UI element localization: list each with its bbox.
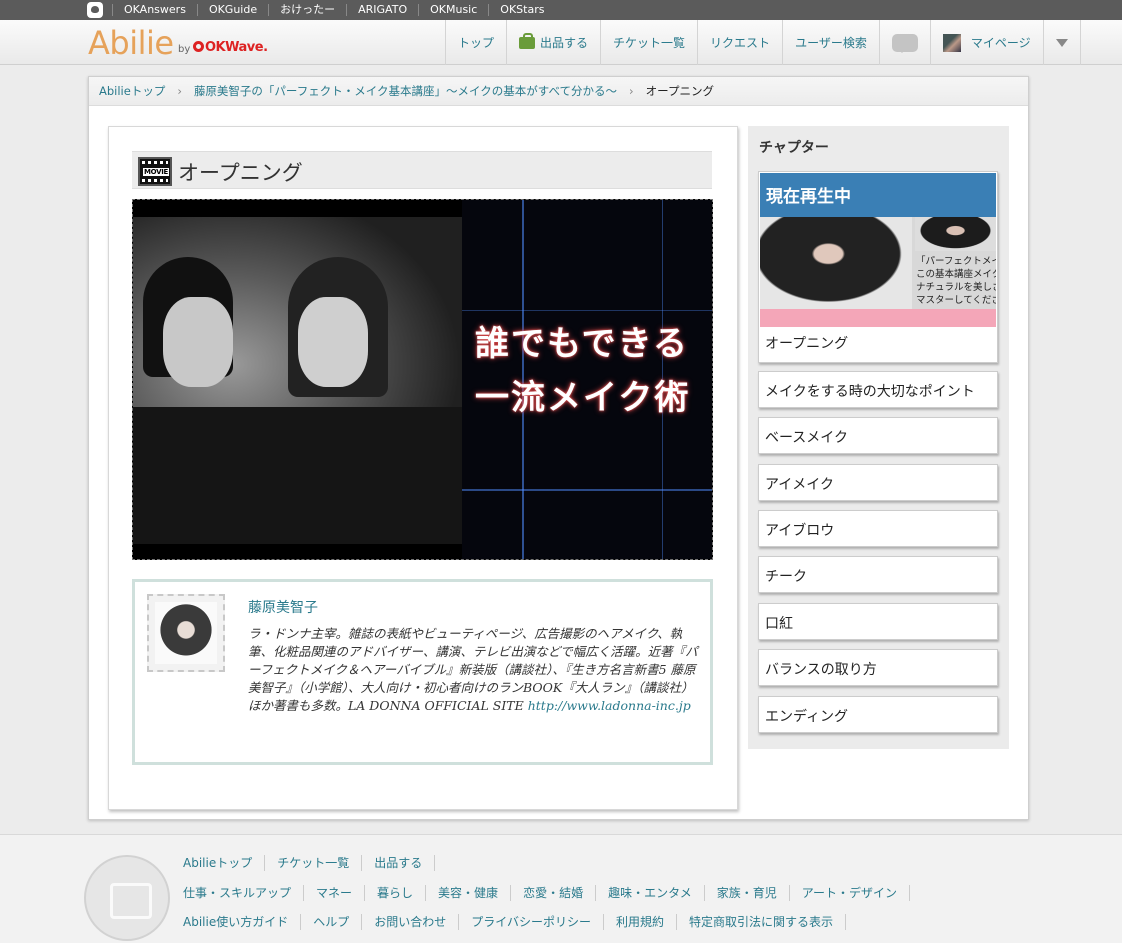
footer-link[interactable]: チケット一覧 (265, 855, 363, 871)
nav-dropdown[interactable] (1042, 20, 1081, 65)
nav-tickets[interactable]: チケット一覧 (600, 20, 697, 65)
footer-link[interactable]: 特定商取引法に関する表示 (677, 914, 847, 930)
footer-link[interactable]: Abilie使い方ガイド (183, 914, 302, 930)
nav-top-label: トップ (458, 36, 495, 50)
okwave-brand-text: OKWave. (205, 40, 268, 55)
breadcrumb-separator-icon: › (629, 84, 634, 98)
nav-request[interactable]: リクエスト (697, 20, 782, 65)
nav-mypage[interactable]: マイページ (929, 20, 1043, 65)
okwave-logo-icon[interactable] (87, 2, 103, 18)
video-player[interactable]: 誰でもできる 一流メイク術 (132, 199, 713, 560)
nav-sell-label: 出品する (540, 36, 589, 50)
global-links: OKAnswers OKGuide おけったー ARIGATO OKMusic … (112, 0, 555, 20)
bag-icon (519, 32, 536, 49)
footer-link[interactable]: 出品する (362, 855, 436, 871)
topbar-link-okmusic[interactable]: OKMusic (418, 4, 488, 16)
nav-user-search[interactable]: ユーザー検索 (782, 20, 879, 65)
chapter-item-points[interactable]: メイクをする時の大切なポイント (758, 371, 998, 408)
breadcrumb-separator-icon: › (177, 84, 182, 98)
video-content-box: MOVIE オープニング 誰でもできる 一流メイク術 藤原美智子 ラ・ドンナ主宰… (108, 126, 738, 810)
footer-link[interactable]: 利用規約 (604, 914, 678, 930)
chapter-heading: チャプター (759, 140, 829, 156)
breadcrumb: Abilieトップ › 藤原美智子の「パーフェクト・メイク基本講座」～メイクの基… (89, 77, 1028, 106)
footer-link[interactable]: 仕事・スキルアップ (183, 885, 305, 901)
thumbnail-caption-text: 「パーフェクトメイ この基本講座メイク ナチュラルを美しさ マスターしてくださ (916, 256, 996, 306)
footer-link[interactable]: 恋愛・結婚 (511, 885, 597, 901)
video-frame-photo (133, 217, 462, 544)
site-header: Abilie by OKWave. トップ 出品する チケット一覧 リクエスト … (0, 20, 1122, 65)
instructor-name-link[interactable]: 藤原美智子 (248, 597, 318, 617)
footer-link[interactable]: ヘルプ (301, 914, 363, 930)
breadcrumb-current: オープニング (645, 84, 714, 98)
chapter-item-balance[interactable]: バランスの取り方 (758, 649, 998, 686)
breadcrumb-home[interactable]: Abilieトップ (99, 83, 165, 99)
chapter-item-base-makeup[interactable]: ベースメイク (758, 417, 998, 454)
abilie-logo[interactable]: Abilie (88, 24, 174, 62)
nav-mypage-label: マイページ (970, 36, 1031, 50)
chat-bubble-icon (891, 33, 918, 53)
movie-badge-text: MOVIE (143, 168, 170, 176)
instructor-profile: 藤原美智子 ラ・ドンナ主宰。雑誌の表紙やビューティページ、広告撮影のヘアメイク、… (132, 579, 713, 765)
okwave-ring-icon (193, 41, 204, 52)
chapter-item-cheek[interactable]: チーク (758, 556, 998, 593)
main-panel: Abilieトップ › 藤原美智子の「パーフェクト・メイク基本講座」～メイクの基… (88, 76, 1029, 820)
breadcrumb-course[interactable]: 藤原美智子の「パーフェクト・メイク基本講座」～メイクの基本がすべて分かる～ (194, 83, 617, 99)
nav-tickets-label: チケット一覧 (613, 36, 686, 50)
global-topbar: OKAnswers OKGuide おけったー ARIGATO OKMusic … (0, 0, 1122, 20)
now-playing-label: 現在再生中 (766, 187, 851, 207)
footer-row-main: Abilieトップ チケット一覧 出品する (183, 855, 436, 871)
video-title-bar: MOVIE オープニング (132, 151, 712, 189)
nav-sell[interactable]: 出品する (506, 20, 600, 65)
triangle-down-icon (1055, 38, 1068, 47)
video-overlay-line2: 一流メイク術 (475, 378, 691, 418)
nav-messages[interactable] (878, 20, 930, 65)
footer-link[interactable]: 趣味・エンタメ (596, 885, 705, 901)
topbar-link-oketter[interactable]: おけったー (268, 4, 346, 16)
footer-link[interactable]: 家族・育児 (705, 885, 790, 901)
user-avatar (942, 33, 961, 52)
footer-link[interactable]: アート・デザイン (790, 885, 911, 901)
footer-row-categories: 仕事・スキルアップ マネー 暮らし 美容・健康 恋愛・結婚 趣味・エンタメ 家族… (183, 885, 911, 901)
instructor-bio: ラ・ドンナ主宰。雑誌の表紙やビューティページ、広告撮影のヘアメイク、執筆、化粧品… (248, 625, 700, 715)
movie-icon: MOVIE (138, 157, 172, 186)
instructor-site-link[interactable]: http://www.ladonna-inc.jp (528, 698, 691, 713)
chapter-item-lipstick[interactable]: 口紅 (758, 603, 998, 640)
nav-request-label: リクエスト (710, 36, 771, 50)
brand-by-text: by (178, 44, 191, 55)
topbar-link-okstars[interactable]: OKStars (488, 4, 555, 16)
footer-link[interactable]: Abilieトップ (183, 855, 266, 871)
footer-link[interactable]: プライバシーポリシー (459, 914, 605, 930)
instructor-avatar (147, 594, 225, 672)
now-playing-thumbnail: 現在再生中 「パーフェクトメイ この基本講座メイク ナチュラルを美しさ マスター… (760, 173, 996, 327)
footer-link[interactable]: 美容・健康 (426, 885, 512, 901)
page-title: オープニング (178, 161, 303, 185)
chapter-list: チャプター 現在再生中 「パーフェクトメイ この基本講座メイク ナチュラルを美し… (748, 126, 1009, 749)
chapter-now-playing[interactable]: 現在再生中 「パーフェクトメイ この基本講座メイク ナチュラルを美しさ マスター… (758, 171, 998, 363)
footer-link[interactable]: マネー (304, 885, 366, 901)
video-overlay-line1: 誰でもできる (475, 324, 689, 364)
topbar-link-arigato[interactable]: ARIGATO (346, 4, 418, 16)
chapter-item-eyebrow[interactable]: アイブロウ (758, 510, 998, 547)
nav-user-search-label: ユーザー検索 (795, 36, 867, 50)
footer-link[interactable]: お問い合わせ (362, 914, 460, 930)
nav-top[interactable]: トップ (445, 20, 506, 65)
now-playing-caption: オープニング (765, 336, 849, 352)
chapter-item-ending[interactable]: エンディング (758, 696, 998, 733)
topbar-link-okguide[interactable]: OKGuide (196, 4, 268, 16)
site-footer: Abilieトップ チケット一覧 出品する 仕事・スキルアップ マネー 暮らし … (0, 834, 1122, 943)
footer-link[interactable]: 暮らし (365, 885, 427, 901)
footer-row-info: Abilie使い方ガイド ヘルプ お問い合わせ プライバシーポリシー 利用規約 … (183, 914, 847, 930)
chapter-item-eye-makeup[interactable]: アイメイク (758, 464, 998, 501)
okwave-brand: OKWave. (193, 40, 268, 55)
topbar-link-okanswers[interactable]: OKAnswers (112, 4, 197, 16)
footer-bag-logo-icon (84, 855, 170, 941)
main-nav: トップ 出品する チケット一覧 リクエスト ユーザー検索 マイページ (445, 20, 1081, 65)
